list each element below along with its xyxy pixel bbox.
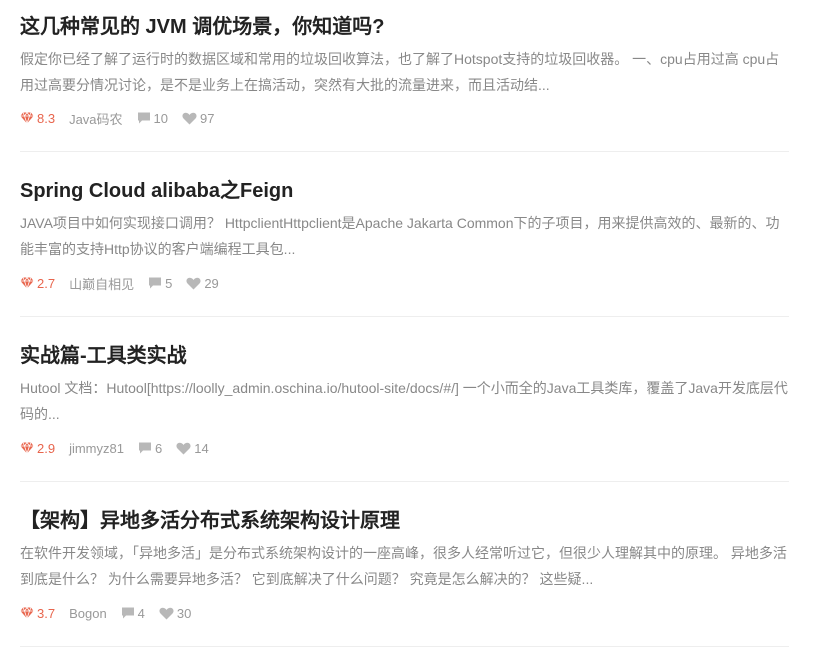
comment-count-value: 5 [165,275,173,291]
article-author[interactable]: Java码农 [69,109,122,128]
article-author[interactable]: Bogon [69,606,107,621]
article-author[interactable]: 山巅自相见 [69,274,134,293]
article-summary: 在软件开发领域，「异地多活」是分布式系统架构设计的一座高峰，很多人经常听过它，但… [20,545,787,587]
article-summary: 假定你已经了解了运行时的数据区域和常用的垃圾回收算法，也了解了Hotspot支持… [20,51,780,93]
gem-icon [20,607,34,619]
like-count[interactable]: 30 [159,606,191,621]
article-author[interactable]: jimmyz81 [69,441,124,456]
article-item: 实战篇-工具类实战 Hutool 文档：Hutool[https://looll… [20,317,789,482]
comment-icon [121,607,134,619]
like-count[interactable]: 97 [182,111,214,126]
article-summary: Hutool 文档：Hutool[https://loolly_admin.os… [20,380,788,422]
heart-icon [186,277,201,289]
like-count-value: 29 [204,275,219,291]
article-meta: 2.7 山巅自相见 5 29 [20,274,233,292]
score-value: 8.3 [37,110,56,126]
heart-icon [176,442,191,454]
score-value: 3.7 [37,605,56,621]
comment-count[interactable]: 10 [137,111,168,126]
score-value: 2.9 [37,440,56,456]
article-title[interactable]: 【架构】异地多活分布式系统架构设计原理 [20,508,400,534]
comment-count[interactable]: 5 [148,276,172,291]
like-count[interactable]: 29 [186,275,219,291]
article-feed: 这几种常见的 JVM 调优场景，你知道吗? 假定你已经了解了运行时的数据区域和常… [0,0,789,647]
article-item: Spring Cloud alibaba之Feign JAVA项目中如何实现接口… [20,152,789,317]
like-count-value: 30 [176,605,192,621]
comment-icon [137,112,150,124]
comment-count-value: 4 [137,605,145,621]
article-score: 8.3 [20,111,55,126]
article-score: 2.9 [20,441,55,456]
comment-count[interactable]: 4 [121,606,145,621]
article-score: 2.7 [20,276,55,291]
article-meta: 8.3 Java码农 10 97 [20,109,228,127]
gem-icon [20,112,34,124]
comment-count-value: 6 [154,440,163,456]
like-count-value: 14 [194,440,209,456]
gem-icon [20,442,34,454]
article-score: 3.7 [20,606,55,621]
article-meta: 3.7 Bogon 4 30 [20,604,205,622]
comment-count-value: 10 [153,110,169,126]
like-count[interactable]: 14 [176,440,209,456]
score-value: 2.7 [37,275,56,291]
comment-icon [149,277,162,289]
heart-icon [159,607,174,619]
article-title[interactable]: Spring Cloud alibaba之Feign [20,178,293,204]
article-summary: JAVA项目中如何实现接口调用？ HttpclientHttpclient是Ap… [20,215,780,257]
comment-icon [138,442,151,454]
article-meta: 2.9 jimmyz81 6 14 [20,439,223,457]
heart-icon [182,112,197,124]
gem-icon [20,277,34,289]
like-count-value: 97 [200,110,215,126]
article-item: 【架构】异地多活分布式系统架构设计原理 在软件开发领域，「异地多活」是分布式系统… [20,482,789,647]
article-title[interactable]: 实战篇-工具类实战 [20,343,187,369]
article-title[interactable]: 这几种常见的 JVM 调优场景，你知道吗? [20,14,384,40]
article-item: 这几种常见的 JVM 调优场景，你知道吗? 假定你已经了解了运行时的数据区域和常… [20,0,789,152]
comment-count[interactable]: 6 [138,441,162,456]
